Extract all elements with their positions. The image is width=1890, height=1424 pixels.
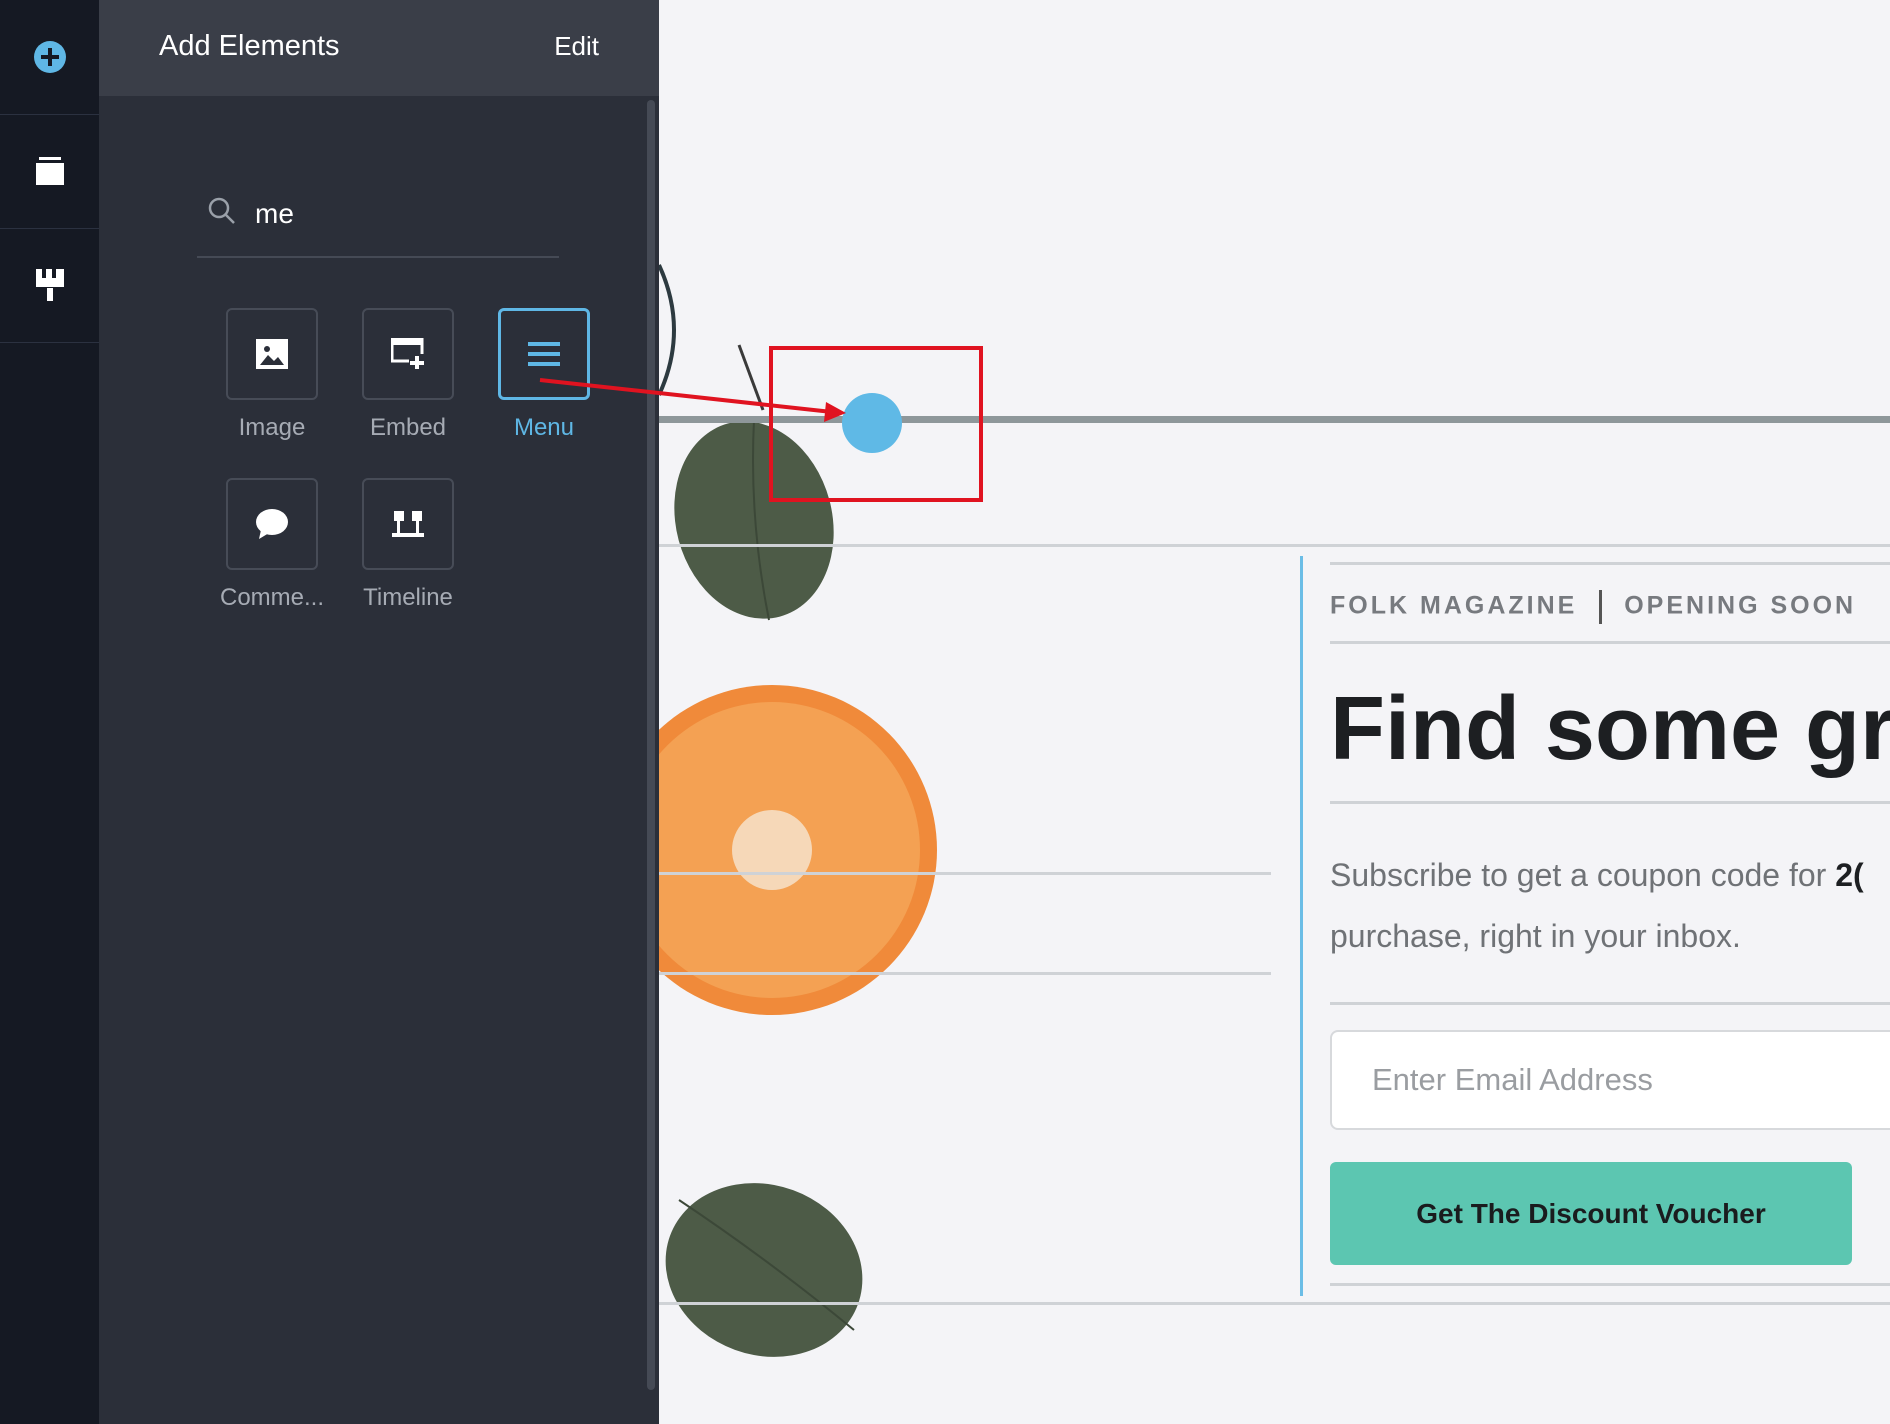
element-tile-image[interactable]: Image: [204, 308, 340, 442]
overline-left: FOLK MAGAZINE: [1330, 591, 1578, 620]
add-elements-panel: Add Elements Edit Image: [99, 0, 659, 1424]
image-icon: [256, 339, 288, 369]
left-rail: [0, 0, 99, 1424]
overline-right: OPENING SOON: [1624, 591, 1857, 620]
tile-box: [226, 308, 318, 400]
search-input[interactable]: [255, 194, 545, 234]
column-divider: [659, 872, 1271, 875]
edit-button[interactable]: Edit: [554, 31, 599, 62]
panel-title: Add Elements: [159, 30, 340, 62]
email-input[interactable]: [1372, 1060, 1890, 1100]
drop-position-dot[interactable]: [842, 393, 902, 453]
column-divider: [1330, 801, 1890, 804]
botanical-photo: [659, 264, 937, 1357]
overline-text: FOLK MAGAZINE OPENING SOON: [1330, 590, 1856, 624]
embed-icon: [391, 338, 425, 370]
element-tile-embed[interactable]: Embed: [340, 308, 476, 442]
pages-icon: [35, 157, 64, 185]
element-tile-menu[interactable]: Menu: [476, 308, 612, 442]
tile-label: Comme...: [219, 584, 324, 611]
comment-icon: [256, 509, 288, 539]
tile-box: [498, 308, 590, 400]
tile-box: [362, 478, 454, 570]
add-element-icon: [33, 41, 66, 73]
email-field[interactable]: [1330, 1030, 1890, 1130]
panel-header: Add Elements Edit: [99, 0, 659, 96]
tile-box: [362, 308, 454, 400]
subtext: Subscribe to get a coupon code for 2( pu…: [1330, 845, 1890, 967]
section-divider: [659, 1302, 1890, 1305]
design-button[interactable]: [0, 228, 99, 343]
menu-icon: [528, 342, 560, 366]
headline: Find some gre: [1330, 679, 1890, 779]
element-search: [197, 186, 559, 258]
timeline-icon: [392, 511, 424, 537]
discount-voucher-button[interactable]: Get The Discount Voucher: [1330, 1162, 1852, 1265]
pages-button[interactable]: [0, 114, 99, 229]
tile-label: Embed: [369, 414, 447, 441]
element-tile-comment[interactable]: Comme...: [204, 478, 340, 612]
selected-column-border: [1300, 556, 1303, 1296]
tile-label: Menu: [513, 414, 575, 441]
tile-box: [226, 478, 318, 570]
subtext-after: purchase, right in your inbox.: [1330, 918, 1741, 954]
overline-separator: [1599, 590, 1603, 624]
column-divider: [1330, 1002, 1890, 1005]
page-canvas: FOLK MAGAZINE OPENING SOON Find some gre…: [659, 0, 1890, 1424]
subtext-before: Subscribe to get a coupon code for: [1330, 857, 1836, 893]
tile-label: Image: [238, 414, 306, 441]
column-divider: [1330, 1283, 1890, 1286]
subtext-bold: 2(: [1835, 857, 1864, 893]
column-divider: [1330, 641, 1890, 644]
tile-label: Timeline: [363, 584, 453, 611]
panel-scrollbar[interactable]: [647, 100, 655, 1390]
section-divider: [659, 544, 1890, 547]
element-tile-timeline[interactable]: Timeline: [340, 478, 476, 612]
search-icon: [208, 197, 235, 224]
column-divider: [1330, 562, 1890, 565]
add-element-button[interactable]: [0, 0, 99, 115]
design-brush-icon: [35, 269, 64, 301]
column-divider: [659, 972, 1271, 975]
